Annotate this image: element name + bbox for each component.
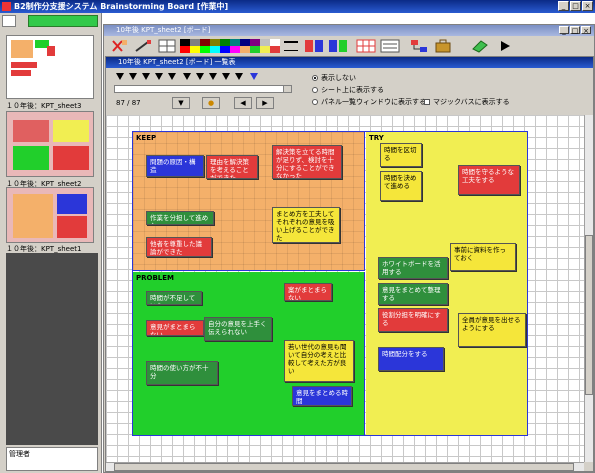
- toolbar: [104, 37, 594, 55]
- table-icon[interactable]: [356, 39, 376, 53]
- sticky-note[interactable]: 時間配分をする: [378, 347, 444, 371]
- sticky-note[interactable]: 時間を守るような工夫をする: [458, 165, 520, 195]
- sticky-note[interactable]: 作業を分担して進めた: [146, 211, 214, 225]
- app-titlebar: B2制作分支援システム Brainstorming Board [作業中]: [0, 0, 595, 13]
- radio-icon: [312, 75, 318, 81]
- sheet-maximize-button[interactable]: □: [570, 26, 580, 35]
- option-show-on-sheet[interactable]: シート上に表示する: [312, 85, 384, 95]
- sticky-note[interactable]: 時間を区切る: [380, 143, 422, 167]
- sheet-window-titlebar: 10年後 KPT_sheet2 [ボード]: [104, 25, 594, 36]
- thumbnail-list-empty-area: [6, 253, 98, 445]
- sticky-note[interactable]: 理由を解決策を考えることができた: [206, 155, 258, 179]
- sheet-close-button[interactable]: ×: [581, 26, 591, 35]
- sheet-thumbnail[interactable]: [6, 35, 94, 99]
- sticky-note[interactable]: 時間の使い方が不十分: [146, 361, 218, 385]
- radio-icon: [312, 87, 318, 93]
- marker-pins[interactable]: [116, 73, 286, 83]
- vertical-scrollbar[interactable]: [584, 115, 593, 462]
- eraser-icon[interactable]: [470, 39, 490, 53]
- board-canvas[interactable]: KEEP PROBLEM TRY 問題の原因・構造 理由を解決策を考えることがで…: [106, 115, 584, 462]
- board-window: 10年後 KPT_sheet2 [ボード] 一覧表 87 / 87 ▼ ● ◀ …: [105, 56, 594, 472]
- sheet-window: 10年後 KPT_sheet2 [ボード] _ □ × 10年後 KPT_she…: [103, 24, 595, 473]
- thumbnail-label: １０年後：KPT_sheet3: [6, 102, 82, 110]
- sticky-note[interactable]: 時間を決めて進める: [380, 171, 422, 201]
- sheet-minimize-button[interactable]: _: [559, 26, 569, 35]
- page-slider[interactable]: [114, 85, 292, 93]
- sticky-note[interactable]: 自分の意見を上手く伝えられない: [204, 317, 272, 341]
- board-window-titlebar: 10年後 KPT_sheet2 [ボード] 一覧表: [106, 57, 593, 68]
- grid-toggle-icon[interactable]: [158, 39, 176, 53]
- sheet-thumbnail[interactable]: [6, 111, 94, 177]
- sticky-note[interactable]: ホワイトボードを活用する: [378, 257, 448, 279]
- pen-icon[interactable]: [134, 39, 152, 53]
- sticky-note[interactable]: 時間が不足していた: [146, 291, 202, 305]
- briefcase-icon[interactable]: [434, 39, 452, 53]
- maximize-button[interactable]: □: [570, 1, 581, 11]
- left-panel: １０年後：KPT_sheet3 １０年後：KPT_sheet2 １０年後：KPT…: [0, 13, 102, 473]
- sticky-note[interactable]: 役割分担を明確にする: [378, 308, 448, 332]
- sticky-note[interactable]: 全員が意見を出せるようにする: [458, 313, 526, 347]
- layout-2-icon[interactable]: [328, 39, 348, 53]
- app-icon: [2, 2, 11, 11]
- sticky-note[interactable]: 意見をまとめる時間: [292, 386, 352, 406]
- sheet-window-title: 10年後 KPT_sheet2 [ボード]: [116, 26, 211, 34]
- cut-icon[interactable]: [110, 39, 128, 53]
- sticky-note[interactable]: 若い世代の意見も聞いて自分の考えと比較して考えた方が良い: [284, 340, 354, 382]
- user-label: 管理者: [9, 450, 30, 458]
- pin-button[interactable]: ▼: [172, 97, 190, 109]
- magic-bus-checkbox[interactable]: マジックバスに表示する: [424, 97, 510, 107]
- sticky-note[interactable]: 問題の原因・構造: [146, 155, 204, 177]
- sticky-note[interactable]: 意見をまとめて整理する: [378, 283, 448, 305]
- problem-label: PROBLEM: [136, 274, 175, 282]
- marker-button[interactable]: ●: [202, 97, 220, 109]
- option-show-in-panel[interactable]: パネル一覧ウィンドウに表示する: [312, 97, 426, 107]
- close-button[interactable]: ×: [582, 1, 593, 11]
- sticky-note[interactable]: 事前に資料を作っておく: [450, 243, 516, 271]
- sheet-thumbnail[interactable]: [6, 187, 94, 243]
- keep-label: KEEP: [136, 134, 157, 142]
- color-palette[interactable]: [180, 39, 280, 53]
- board-controls: 87 / 87 ▼ ● ◀ ▶ 表示しない シート上に表示する パネル一覧ウィン…: [106, 69, 593, 115]
- status-bar: [28, 15, 98, 27]
- radio-icon: [312, 99, 318, 105]
- scrollbar-thumb[interactable]: [114, 463, 574, 471]
- horizontal-scrollbar[interactable]: [106, 462, 584, 471]
- user-list[interactable]: 管理者: [6, 447, 98, 471]
- layout-icon[interactable]: [304, 39, 324, 53]
- app-title: B2制作分支援システム Brainstorming Board [作業中]: [14, 2, 229, 11]
- scrollbar-thumb[interactable]: [585, 235, 593, 395]
- sticky-note[interactable]: 意見がまとまらない: [146, 320, 204, 336]
- sticky-note[interactable]: 他者を尊重した議論ができた: [146, 237, 212, 257]
- prev-button[interactable]: ◀: [234, 97, 252, 109]
- sticky-note[interactable]: 案がまとまらない: [284, 283, 332, 301]
- list-icon[interactable]: [380, 39, 400, 53]
- next-button[interactable]: ▶: [256, 97, 274, 109]
- page-counter: 87 / 87: [116, 99, 141, 107]
- sticky-note[interactable]: まとめ方を工夫してそれぞれの意見を吸い上げることができた: [272, 207, 340, 243]
- try-label: TRY: [369, 134, 384, 142]
- tree-icon[interactable]: [410, 39, 428, 53]
- option-hide[interactable]: 表示しない: [312, 73, 356, 83]
- play-icon[interactable]: [498, 39, 512, 53]
- back-icon[interactable]: [2, 15, 16, 27]
- board-window-title: 10年後 KPT_sheet2 [ボード] 一覧表: [118, 58, 236, 66]
- minimize-button[interactable]: _: [558, 1, 569, 11]
- checkbox-icon: [424, 99, 430, 105]
- line-width-icon[interactable]: [284, 41, 298, 51]
- sticky-note[interactable]: 解決策を立てる時間が足りず、検討を十分にすることができなかった: [272, 145, 342, 179]
